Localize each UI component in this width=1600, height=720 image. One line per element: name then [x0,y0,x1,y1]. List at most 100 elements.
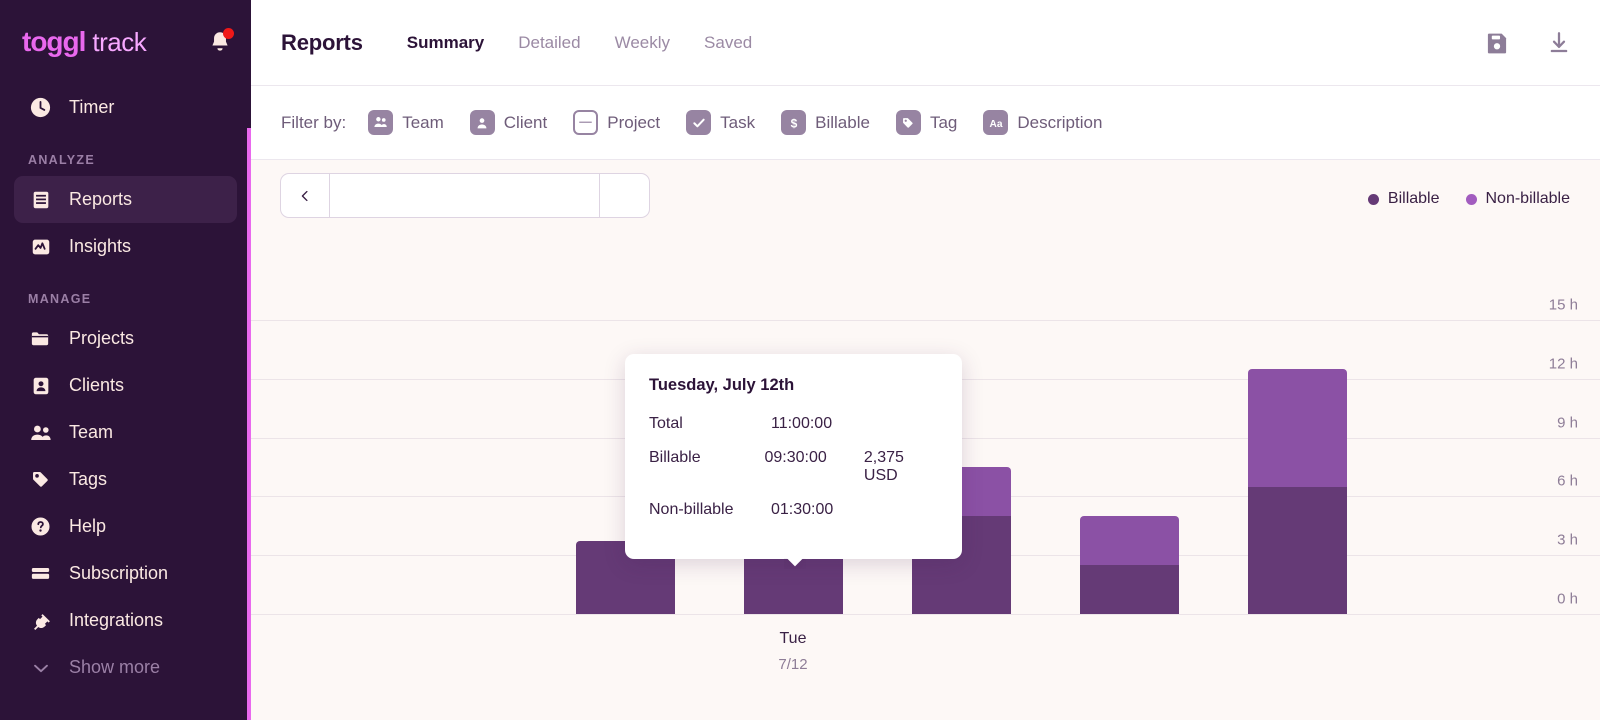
filter-description[interactable]: Aa Description [983,110,1102,135]
top-bar: Reports Summary Detailed Weekly Saved [251,0,1600,86]
date-range-display[interactable] [330,174,600,217]
plug-icon [28,608,53,633]
page-title: Reports [281,30,363,56]
sidebar-resize-handle[interactable] [247,128,251,720]
x-axis-label-day: Tue [723,626,863,652]
sidebar-item-subscription[interactable]: Subscription [14,550,237,597]
sidebar-item-label: Tags [69,469,107,490]
tooltip-arrow [784,558,806,569]
filter-label: Tag [930,113,957,133]
filter-team[interactable]: Team [368,110,444,135]
tab-summary[interactable]: Summary [407,33,484,53]
legend-label: Non-billable [1486,190,1571,208]
project-filter-icon [573,110,598,135]
bar-segment-billable [1248,487,1347,614]
sidebar-item-reports[interactable]: Reports [14,176,237,223]
description-aa-filter-icon: Aa [983,110,1008,135]
sidebar-item-label: Timer [69,97,114,118]
sidebar-section-manage-label: MANAGE [0,292,251,306]
date-next-button[interactable] [600,174,649,217]
tooltip-row-label: Billable [649,449,765,485]
credit-card-icon [28,561,53,586]
gridline [251,320,1600,321]
insights-icon [28,234,53,259]
filter-tag[interactable]: Tag [896,110,957,135]
chart-tooltip: Tuesday, July 12th Total 11:00:00 Billab… [625,354,962,559]
tag-icon [28,467,53,492]
bar-segment-non-billable [1248,369,1347,487]
y-axis-tick-label: 0 h [1557,591,1578,608]
sidebar-item-label: Reports [69,189,132,210]
download-icon[interactable] [1546,30,1572,56]
tab-weekly[interactable]: Weekly [615,33,670,53]
sidebar-item-help[interactable]: Help [14,503,237,550]
sidebar-show-more-button[interactable]: Show more [14,644,237,691]
x-axis-label-date: 7/12 [723,652,863,678]
sidebar-item-timer[interactable]: Timer [14,84,237,131]
notifications-button[interactable] [207,29,233,55]
sidebar-item-team[interactable]: Team [14,409,237,456]
toggl-track-app: toggl track Timer ANALYZE Reports [0,0,1600,720]
sidebar-brand-row: toggl track [0,0,251,84]
tooltip-title: Tuesday, July 12th [649,376,938,395]
sidebar-item-tags[interactable]: Tags [14,456,237,503]
logo-toggl-text: toggl [22,26,85,58]
bar-segment-non-billable [1080,516,1179,565]
clock-icon [28,95,53,120]
sidebar-item-projects[interactable]: Projects [14,315,237,362]
tag-filter-icon [896,110,921,135]
logo-track-text: track [92,27,146,58]
filter-client[interactable]: Client [470,110,547,135]
filter-label: Task [720,113,755,133]
bar-segment-billable [1080,565,1179,614]
filter-task[interactable]: Task [686,110,755,135]
chevron-down-icon [28,655,53,680]
sidebar-item-integrations[interactable]: Integrations [14,597,237,644]
toggl-track-logo[interactable]: toggl track [22,26,146,58]
team-icon [28,420,53,445]
folder-icon [28,326,53,351]
reports-icon [28,187,53,212]
sidebar-item-label: Projects [69,328,134,349]
y-axis-tick-label: 15 h [1549,297,1578,314]
tooltip-row-value: 11:00:00 [771,415,876,433]
sidebar-item-label: Subscription [69,563,168,584]
report-tabs: Summary Detailed Weekly Saved [407,33,753,53]
filter-bar: Filter by: Team Client Project [251,86,1600,160]
tooltip-row-value: 09:30:00 [765,449,864,485]
date-range-picker[interactable] [280,173,650,218]
client-card-icon [28,373,53,398]
chart-bar[interactable] [1080,516,1179,614]
dollar-filter-icon: $ [781,110,806,135]
tooltip-row-amount: 2,375 USD [864,449,938,485]
y-axis-tick-label: 6 h [1557,473,1578,490]
sidebar-item-label: Team [69,422,113,443]
tooltip-row-billable: Billable 09:30:00 2,375 USD [649,449,938,485]
y-axis-tick-label: 9 h [1557,414,1578,431]
filter-billable[interactable]: $ Billable [781,110,870,135]
question-circle-icon [28,514,53,539]
tab-saved[interactable]: Saved [704,33,752,53]
tab-detailed[interactable]: Detailed [518,33,580,53]
filter-project[interactable]: Project [573,110,660,135]
filter-by-label: Filter by: [281,113,346,133]
legend-label: Billable [1388,190,1440,208]
legend-dot-billable [1368,194,1379,205]
filter-label: Project [607,113,660,133]
notification-badge-dot [223,28,234,39]
legend-item-non-billable[interactable]: Non-billable [1466,190,1571,208]
sidebar-item-label: Help [69,516,106,537]
legend-item-billable[interactable]: Billable [1368,190,1440,208]
sidebar: toggl track Timer ANALYZE Reports [0,0,251,720]
team-filter-icon [368,110,393,135]
floppy-disk-icon[interactable] [1484,30,1510,56]
gridline [251,614,1600,615]
date-prev-button[interactable] [281,174,330,217]
svg-text:Aa: Aa [989,119,1002,130]
sidebar-item-clients[interactable]: Clients [14,362,237,409]
chart-bar[interactable] [1248,369,1347,614]
filter-label: Description [1017,113,1102,133]
summary-chart-area: Billable Non-billable 0 h3 h6 h9 h12 h15… [251,160,1600,720]
sidebar-item-insights[interactable]: Insights [14,223,237,270]
sidebar-show-more-label: Show more [69,657,160,678]
